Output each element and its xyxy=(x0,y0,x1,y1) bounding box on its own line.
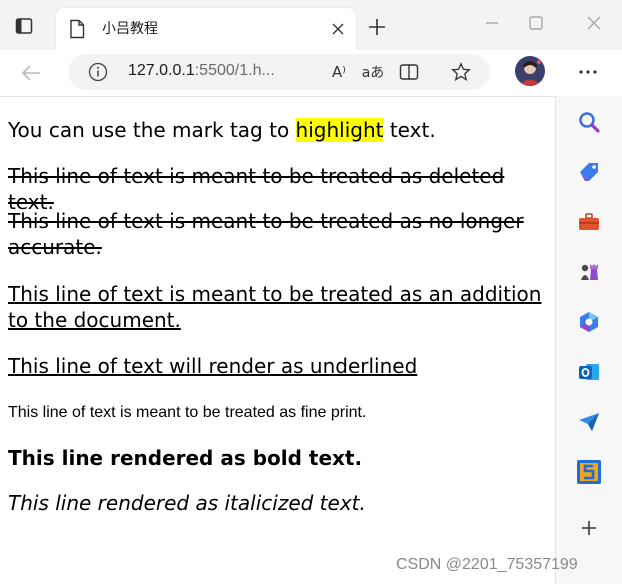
title-bar: 小吕教程 xyxy=(0,0,622,50)
window-close-icon xyxy=(587,16,601,30)
chess-icon xyxy=(581,264,598,280)
minimize-icon xyxy=(486,22,498,24)
fine-print-line: This line of text is meant to be treated… xyxy=(8,404,367,421)
split-screen-button[interactable] xyxy=(396,60,422,84)
url-host: 127.0.0.1 xyxy=(128,62,195,79)
search-icon xyxy=(579,112,600,133)
outlook-icon xyxy=(579,364,599,380)
profile-avatar[interactable] xyxy=(515,56,545,86)
page-content: You can use the mark tag to highlight te… xyxy=(0,97,554,584)
tab-actions-button[interactable] xyxy=(10,12,38,40)
sidebar-app-button[interactable] xyxy=(573,456,605,488)
tab-title: 小吕教程 xyxy=(102,21,158,37)
sidebar-tools-button[interactable] xyxy=(573,206,605,238)
sidebar-add-button[interactable] xyxy=(573,512,605,544)
maximize-button[interactable] xyxy=(516,10,556,36)
tag-icon xyxy=(580,163,598,181)
translate-button[interactable]: aあ xyxy=(360,60,386,84)
toolbar: 127.0.0.1:5500/1.h... A⁾ aあ xyxy=(0,50,622,97)
send-icon xyxy=(579,413,599,431)
highlighted-text: highlight xyxy=(295,118,384,142)
address-bar[interactable]: 127.0.0.1:5500/1.h... A⁾ aあ xyxy=(68,54,490,90)
url-path: :5500/1.h... xyxy=(194,62,275,79)
add-icon xyxy=(582,521,596,535)
sidebar-shopping-button[interactable] xyxy=(573,156,605,188)
read-aloud-icon: A⁾ xyxy=(332,63,346,81)
tab-close-button[interactable] xyxy=(326,17,350,41)
more-icon xyxy=(579,70,597,74)
mark-line-after: text. xyxy=(383,118,436,142)
sidebar-toggle-icon xyxy=(15,18,33,34)
mark-line-before: You can use the mark tag to xyxy=(8,118,296,142)
copilot-icon xyxy=(580,312,598,332)
info-icon[interactable] xyxy=(88,62,108,82)
back-arrow-icon xyxy=(21,65,40,81)
sidebar-copilot-button[interactable] xyxy=(573,306,605,338)
maximize-icon xyxy=(529,16,543,30)
watermark: CSDN @2201_75357199 xyxy=(396,556,578,573)
plus-icon xyxy=(369,19,385,35)
translate-icon: aあ xyxy=(361,65,385,81)
briefcase-icon xyxy=(579,213,599,230)
underlined-text-line: This line of text will render as underli… xyxy=(8,354,418,378)
split-screen-icon xyxy=(399,64,419,80)
read-aloud-button[interactable]: A⁾ xyxy=(326,60,352,84)
avatar-image xyxy=(515,56,545,86)
inserted-text-line: This line of text is meant to be treated… xyxy=(8,282,542,332)
app-s-icon xyxy=(577,460,601,484)
more-button[interactable] xyxy=(574,58,602,86)
bold-text-line: This line rendered as bold text. xyxy=(8,446,363,470)
favorites-star-icon xyxy=(451,62,471,81)
mark-line: You can use the mark tag to highlight te… xyxy=(8,117,548,143)
browser-tab[interactable]: 小吕教程 xyxy=(56,8,356,50)
italic-text-line: This line rendered as italicized text. xyxy=(8,491,366,515)
strikethrough-text-line: This line of text is meant to be treated… xyxy=(8,209,524,259)
document-icon xyxy=(70,19,85,39)
sidebar-send-button[interactable] xyxy=(573,406,605,438)
edge-sidebar xyxy=(555,96,622,584)
new-tab-button[interactable] xyxy=(362,12,392,42)
minimize-button[interactable] xyxy=(472,10,512,36)
sidebar-search-button[interactable] xyxy=(573,106,605,138)
close-icon xyxy=(332,23,344,35)
favorites-button[interactable] xyxy=(448,60,474,84)
sidebar-games-button[interactable] xyxy=(573,256,605,288)
window-close-button[interactable] xyxy=(574,10,614,36)
url-text[interactable]: 127.0.0.1:5500/1.h... xyxy=(128,62,275,80)
sidebar-outlook-button[interactable] xyxy=(573,356,605,388)
back-button[interactable] xyxy=(16,58,46,88)
